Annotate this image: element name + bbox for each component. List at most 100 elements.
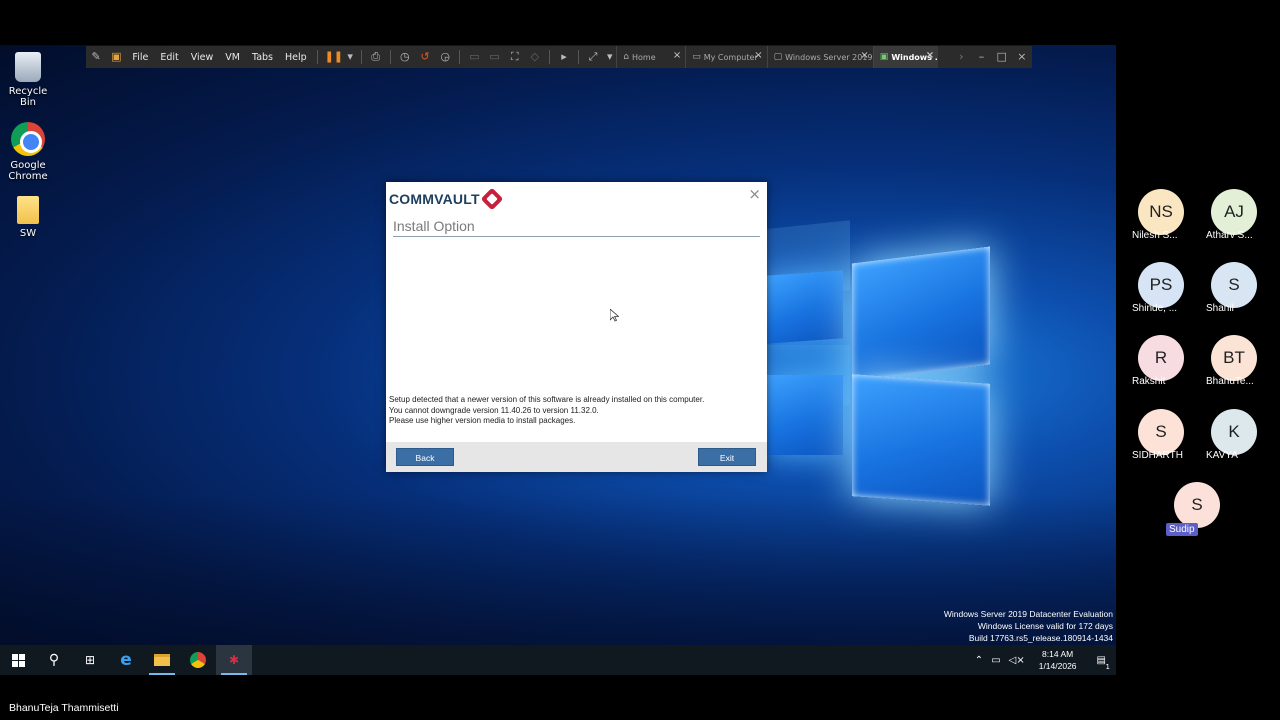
desktop-icon-label: Recycle Bin xyxy=(8,86,48,108)
participant-name: KAVYA xyxy=(1206,450,1238,461)
commvault-install-dialog: × COMMVAULT Install Option Setup detecte… xyxy=(386,182,767,472)
setup-message: Setup detected that a newer version of t… xyxy=(389,395,759,427)
home-icon: ⌂ xyxy=(623,52,629,62)
windows-watermark: Windows Server 2019 Datacenter Evaluatio… xyxy=(944,608,1113,644)
menu-tabs[interactable]: Tabs xyxy=(246,52,279,63)
tab-windows-active[interactable]: ▣ Windows ... × xyxy=(872,46,939,68)
mouse-cursor-icon xyxy=(604,309,619,322)
chevron-up-icon[interactable]: ⌃ xyxy=(971,655,987,666)
taskbar-edge[interactable]: e xyxy=(108,645,144,675)
toolbar-divider xyxy=(316,50,318,64)
message-line: You cannot downgrade version 11.40.26 to… xyxy=(389,405,599,415)
search-icon: ⚲ xyxy=(48,652,60,668)
commvault-logo: COMMVAULT xyxy=(389,187,504,211)
snapshot-manager-icon[interactable]: ◶ xyxy=(438,50,452,64)
screen-share-view: Recycle Bin Google Chrome SW ✎ ▣ File Ed… xyxy=(0,0,1280,720)
desktop-icon-recycle-bin[interactable]: Recycle Bin xyxy=(0,52,56,108)
avatar: S xyxy=(1174,482,1220,528)
close-icon[interactable]: × xyxy=(926,50,934,61)
dialog-footer: Back Exit xyxy=(386,442,767,472)
desktop-icon-sw-folder[interactable]: SW xyxy=(0,196,56,239)
participant-name: Rakshit xyxy=(1132,376,1166,387)
participant-tile[interactable]: AJ Atharv S... xyxy=(1194,189,1274,241)
snapshot-icon[interactable]: ◷ xyxy=(398,50,412,64)
chrome-icon xyxy=(190,652,206,668)
participant-tile[interactable]: S SIDHARTH xyxy=(1121,409,1201,461)
menu-view[interactable]: View xyxy=(185,52,220,63)
desktop-icon-label: SW xyxy=(19,228,37,239)
watermark-line: Windows License valid for 172 days xyxy=(977,621,1113,631)
participant-tile[interactable]: NS Nilesh S... xyxy=(1121,189,1201,241)
desktop-icon-label: Google Chrome xyxy=(8,160,48,182)
windows-taskbar: ⚲ ⊞ e ✱ ⌃ ▭ ◁× 8:14 AM 1/14/2026 ▤ 1 xyxy=(0,645,1116,675)
taskbar-chrome[interactable] xyxy=(180,645,216,675)
action-center-button[interactable]: ▤ 1 xyxy=(1087,655,1116,671)
participant-tile[interactable]: S Shanil xyxy=(1194,262,1274,314)
participant-name: Atharv S... xyxy=(1206,230,1253,241)
participant-tile[interactable]: BT BhanuTe... xyxy=(1194,335,1274,387)
participant-tile[interactable]: K KAVYA xyxy=(1194,409,1274,461)
close-window-icon[interactable]: × xyxy=(1015,50,1029,64)
avatar: PS xyxy=(1138,262,1184,308)
toolbar-divider xyxy=(459,50,461,64)
maximize-icon[interactable]: □ xyxy=(995,50,1009,64)
system-tray: ⌃ ▭ ◁× 8:14 AM 1/14/2026 ▤ 1 xyxy=(971,645,1116,675)
tab-scroll-icon[interactable]: › xyxy=(954,50,968,64)
avatar: AJ xyxy=(1211,189,1257,235)
stretch-icon[interactable]: ⤢ xyxy=(586,50,600,64)
chevron-down-icon[interactable]: ▾ xyxy=(347,50,354,64)
minimize-icon[interactable]: – xyxy=(974,50,988,64)
toolbar-divider xyxy=(389,50,391,64)
close-icon[interactable]: × xyxy=(860,50,868,61)
unity-icon[interactable]: ◇ xyxy=(528,50,542,64)
participant-tile[interactable]: R Rakshit xyxy=(1121,335,1201,387)
chevron-down-icon[interactable]: ▾ xyxy=(606,50,613,64)
file-explorer-icon xyxy=(154,654,170,666)
menu-file[interactable]: File xyxy=(126,52,154,63)
close-icon[interactable]: × xyxy=(673,50,681,61)
dialog-heading: Install Option xyxy=(393,218,760,237)
network-icon[interactable]: ▭ xyxy=(987,655,1004,666)
commvault-icon: ✱ xyxy=(228,653,240,667)
taskbar-commvault[interactable]: ✱ xyxy=(216,645,252,675)
view-icon[interactable]: ▭ xyxy=(467,50,481,64)
send-keys-icon[interactable]: ⎙ xyxy=(369,50,383,64)
task-view-button[interactable]: ⊞ xyxy=(72,645,108,675)
tab-home[interactable]: ⌂ Home × xyxy=(616,46,685,68)
start-button[interactable] xyxy=(0,645,36,675)
search-button[interactable]: ⚲ xyxy=(36,645,72,675)
volume-muted-icon[interactable]: ◁× xyxy=(1005,655,1029,666)
participant-tile[interactable]: PS Shinde, ... xyxy=(1121,262,1201,314)
taskbar-clock[interactable]: 8:14 AM 1/14/2026 xyxy=(1029,648,1087,672)
tab-windows-server-2019[interactable]: ▢ Windows Server 2019 × xyxy=(766,46,873,68)
vm-app-icon: ▣ xyxy=(111,50,122,63)
view-icon[interactable]: ▭ xyxy=(487,50,501,64)
menu-help[interactable]: Help xyxy=(279,52,313,63)
pin-icon[interactable]: ✎ xyxy=(89,50,103,64)
full-screen-icon[interactable]: ⛶ xyxy=(508,50,522,64)
dialog-close-icon[interactable]: × xyxy=(748,185,761,203)
avatar: S xyxy=(1211,262,1257,308)
desktop-icon-google-chrome[interactable]: Google Chrome xyxy=(0,122,56,182)
close-icon[interactable]: × xyxy=(754,50,762,61)
participant-name: Shanil xyxy=(1206,303,1234,314)
commvault-mark-icon xyxy=(480,187,504,211)
back-button[interactable]: Back xyxy=(396,448,454,466)
participant-name: Sudip xyxy=(1166,523,1198,536)
clock-time: 8:14 AM xyxy=(1042,649,1074,659)
exit-button[interactable]: Exit xyxy=(698,448,756,466)
participant-tile[interactable]: S Sudip xyxy=(1157,482,1237,536)
tab-my-computer[interactable]: ▭ My Computer × xyxy=(685,46,766,68)
menu-vm[interactable]: VM xyxy=(219,52,246,63)
pause-icon[interactable]: ❚❚ xyxy=(325,50,343,64)
windows-logo-pane xyxy=(852,246,990,382)
tab-label: My Computer xyxy=(703,52,758,62)
watermark-line: Windows Server 2019 Datacenter Evaluatio… xyxy=(943,609,1113,619)
recycle-bin-icon xyxy=(15,52,41,82)
console-icon[interactable]: ▸ xyxy=(557,50,571,64)
presenter-name: BhanuTeja Thammisetti xyxy=(9,702,119,714)
taskbar-file-explorer[interactable] xyxy=(144,645,180,675)
avatar: NS xyxy=(1138,189,1184,235)
revert-snapshot-icon[interactable]: ↺ xyxy=(418,50,432,64)
menu-edit[interactable]: Edit xyxy=(154,52,184,63)
